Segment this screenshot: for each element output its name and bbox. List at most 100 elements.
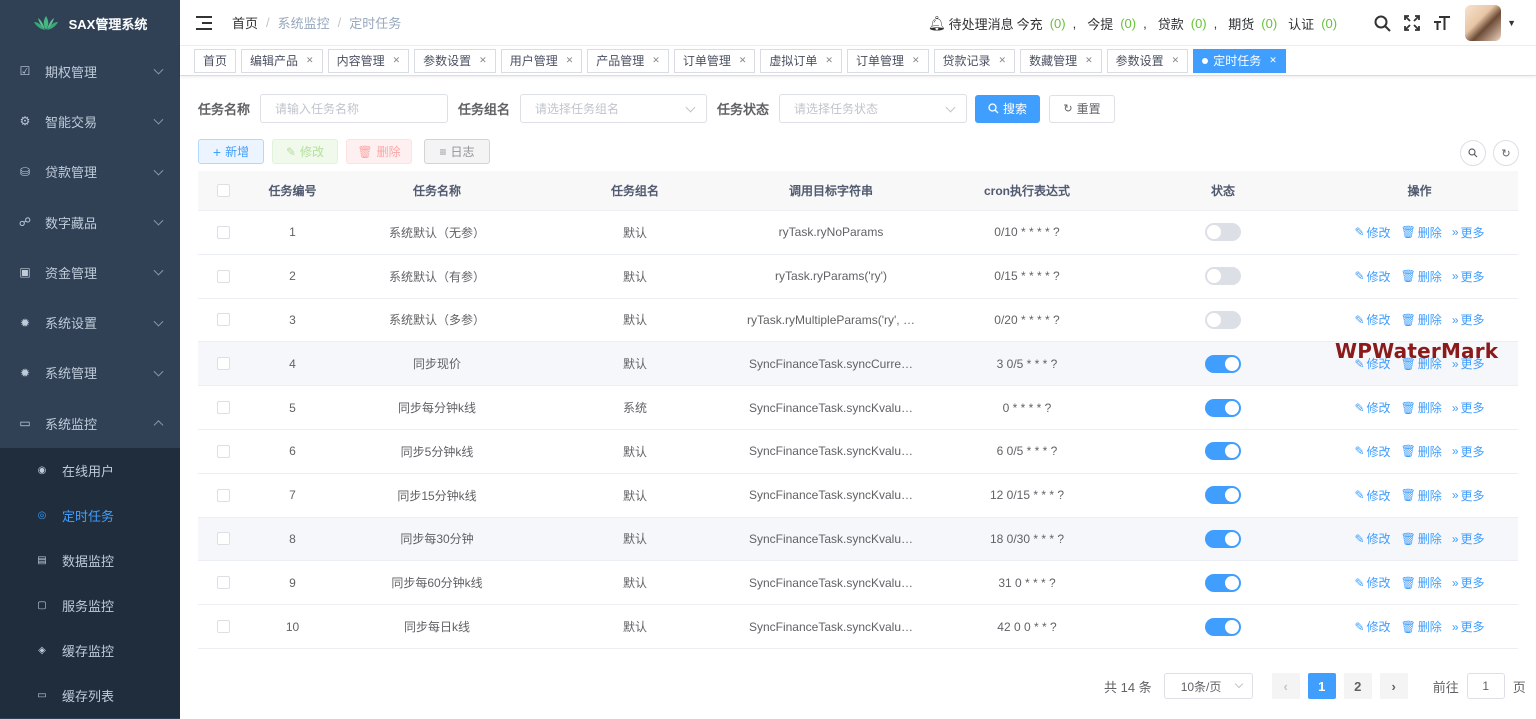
row-checkbox[interactable] xyxy=(216,269,230,283)
row-more-link[interactable]: » 更多 xyxy=(1452,399,1485,416)
sidebar-subitem-online-users[interactable]: ◉ 在线用户 xyxy=(0,448,180,493)
row-edit-link[interactable]: ✎ 修改 xyxy=(1354,530,1390,547)
close-icon[interactable]: ✕ xyxy=(652,55,660,66)
status-switch[interactable] xyxy=(1205,442,1241,461)
edit-button[interactable]: ✎ 修改 xyxy=(272,139,338,164)
tag-collectibles[interactable]: 数藏管理 ✕ xyxy=(1020,48,1102,73)
font-size-icon[interactable] xyxy=(1433,14,1451,32)
row-edit-link[interactable]: ✎ 修改 xyxy=(1354,399,1390,416)
table-row[interactable]: 8 同步每30分钟 默认 SyncFinanceTask.syncKvalu… 18 0… xyxy=(198,517,1518,562)
pending-messages[interactable]: 🔔︎ 待处理消息 今充 (0) , 今提 (0) , 贷款 (0) , 期货 (… xyxy=(928,14,1341,33)
row-checkbox[interactable] xyxy=(216,401,230,415)
tag-virtual-orders[interactable]: 虚拟订单 ✕ xyxy=(760,48,842,73)
tag-scheduled-jobs[interactable]: 定时任务 ✕ xyxy=(1193,48,1286,73)
table-row[interactable]: 1 系统默认（无参） 默认 ryTask.ryNoParams 0/10 * * * *… xyxy=(198,211,1518,255)
next-page-button[interactable]: › xyxy=(1379,673,1408,699)
search-button[interactable]: 搜索 xyxy=(975,94,1041,123)
hamburger-icon[interactable] xyxy=(196,15,212,30)
row-more-link[interactable]: » 更多 xyxy=(1452,618,1485,635)
table-row[interactable]: 9 同步每60分钟k线 默认 SyncFinanceTask.syncKvalu… 31… xyxy=(198,561,1518,606)
close-icon[interactable]: ✕ xyxy=(912,55,920,66)
row-more-link[interactable]: » 更多 xyxy=(1452,530,1485,547)
page-size-select[interactable]: 10条/页 xyxy=(1163,673,1253,699)
sidebar-subitem-cache-monitor[interactable]: ◈ 缓存监控 xyxy=(0,628,180,673)
page-2-button[interactable]: 2 xyxy=(1343,673,1372,699)
job-group-select[interactable]: 请选择任务组名 xyxy=(520,94,708,123)
close-icon[interactable]: ✕ xyxy=(479,55,487,66)
sidebar-item-system-monitor[interactable]: ▭ 系统监控 xyxy=(0,398,180,448)
row-edit-link[interactable]: ✎ 修改 xyxy=(1354,224,1390,241)
table-row[interactable]: 6 同步5分钟k线 默认 SyncFinanceTask.syncKvalu… 6 0/… xyxy=(198,430,1518,474)
close-icon[interactable]: ✕ xyxy=(566,55,574,66)
table-row[interactable]: 7 同步15分钟k线 默认 SyncFinanceTask.syncKvalu… 12 … xyxy=(198,474,1518,518)
close-icon[interactable]: ✕ xyxy=(825,55,833,66)
sidebar-item-options[interactable]: ☑ 期权管理 xyxy=(0,46,180,96)
job-name-input[interactable]: 请输入任务名称 xyxy=(260,94,449,123)
row-more-link[interactable]: » 更多 xyxy=(1452,224,1485,241)
status-switch[interactable] xyxy=(1205,223,1241,242)
row-checkbox[interactable] xyxy=(216,357,230,371)
tag-edit-product[interactable]: 编辑产品 ✕ xyxy=(241,48,323,73)
status-switch[interactable] xyxy=(1205,529,1241,548)
row-more-link[interactable]: » 更多 xyxy=(1452,443,1485,460)
row-checkbox[interactable] xyxy=(216,488,230,502)
close-icon[interactable]: ✕ xyxy=(1085,55,1093,66)
status-switch[interactable] xyxy=(1205,486,1241,505)
search-icon[interactable] xyxy=(1373,14,1391,32)
row-delete-link[interactable]: 🗑︎ 删除 xyxy=(1401,443,1442,460)
close-icon[interactable]: ✕ xyxy=(999,55,1007,66)
refresh-button[interactable]: ↻ xyxy=(1493,140,1519,166)
tag-params-2[interactable]: 参数设置 ✕ xyxy=(1106,48,1189,73)
close-icon[interactable]: ✕ xyxy=(739,55,747,66)
row-checkbox[interactable] xyxy=(216,313,230,327)
row-checkbox[interactable] xyxy=(216,620,230,634)
status-switch[interactable] xyxy=(1205,310,1241,329)
table-row[interactable]: 4 同步现价 默认 SyncFinanceTask.syncCurre… 3 0/5 *… xyxy=(198,342,1518,387)
row-more-link[interactable]: » 更多 xyxy=(1452,268,1485,285)
add-button[interactable]: + 新增 xyxy=(198,139,264,164)
row-checkbox[interactable] xyxy=(216,576,230,590)
status-switch[interactable] xyxy=(1205,398,1241,417)
close-icon[interactable]: ✕ xyxy=(1269,55,1277,66)
row-delete-link[interactable]: 🗑︎ 删除 xyxy=(1401,487,1442,504)
toggle-search-button[interactable] xyxy=(1460,140,1486,166)
sidebar-item-funds[interactable]: ▣ 资金管理 xyxy=(0,247,180,297)
tag-loan-records[interactable]: 贷款记录 ✕ xyxy=(933,48,1016,73)
sidebar-subitem-server-monitor[interactable]: ▢ 服务监控 xyxy=(0,583,180,628)
page-1-button[interactable]: 1 xyxy=(1307,673,1336,699)
sidebar-item-loan[interactable]: ⛁ 贷款管理 xyxy=(0,147,180,197)
table-row[interactable]: 5 同步每分钟k线 系统 SyncFinanceTask.syncKvalu… 0 * … xyxy=(198,386,1518,430)
row-delete-link[interactable]: 🗑︎ 删除 xyxy=(1401,224,1442,241)
row-edit-link[interactable]: ✎ 修改 xyxy=(1354,487,1390,504)
row-checkbox[interactable] xyxy=(216,532,230,546)
row-delete-link[interactable]: 🗑︎ 删除 xyxy=(1401,311,1442,328)
tag-orders-2[interactable]: 订单管理 ✕ xyxy=(846,48,929,73)
sidebar-subitem-data-monitor[interactable]: ▤ 数据监控 xyxy=(0,538,180,583)
tag-orders[interactable]: 订单管理 ✕ xyxy=(673,48,756,73)
log-button[interactable]: ≡ 日志 xyxy=(424,139,490,164)
reset-button[interactable]: ↻ 重置 xyxy=(1049,94,1116,123)
row-more-link[interactable]: » 更多 xyxy=(1452,487,1485,504)
sidebar-item-smart-trade[interactable]: ⚙ 智能交易 xyxy=(0,96,180,146)
table-row[interactable]: 3 系统默认（多参） 默认 ryTask.ryMultipleParams('ry',… xyxy=(198,299,1518,343)
tag-home[interactable]: 首页 xyxy=(194,48,237,73)
select-all-checkbox[interactable] xyxy=(216,184,230,197)
row-more-link[interactable]: » 更多 xyxy=(1452,311,1485,328)
prev-page-button[interactable]: ‹ xyxy=(1271,673,1300,699)
sidebar-subitem-scheduled-jobs[interactable]: ◎ 定时任务 xyxy=(0,493,180,538)
sidebar-item-system-admin[interactable]: ✹ 系统管理 xyxy=(0,348,180,398)
breadcrumb-home[interactable]: 首页 xyxy=(232,13,258,32)
row-checkbox[interactable] xyxy=(216,444,230,458)
row-edit-link[interactable]: ✎ 修改 xyxy=(1354,268,1390,285)
sidebar-subitem-cache-list[interactable]: ▭ 缓存列表 xyxy=(0,673,180,718)
tag-products[interactable]: 产品管理 ✕ xyxy=(587,48,669,73)
status-switch[interactable] xyxy=(1205,573,1241,592)
row-edit-link[interactable]: ✎ 修改 xyxy=(1354,443,1390,460)
row-checkbox[interactable] xyxy=(216,225,230,239)
delete-button[interactable]: 🗑︎ 删除 xyxy=(346,139,412,164)
sidebar-item-collectibles[interactable]: ☍ 数字藏品 xyxy=(0,197,180,247)
row-delete-link[interactable]: 🗑︎ 删除 xyxy=(1401,574,1442,591)
table-row[interactable]: 2 系统默认（有参） 默认 ryTask.ryParams('ry') 0/15 * *… xyxy=(198,255,1518,299)
status-switch[interactable] xyxy=(1205,354,1241,373)
row-more-link[interactable]: » 更多 xyxy=(1452,574,1485,591)
